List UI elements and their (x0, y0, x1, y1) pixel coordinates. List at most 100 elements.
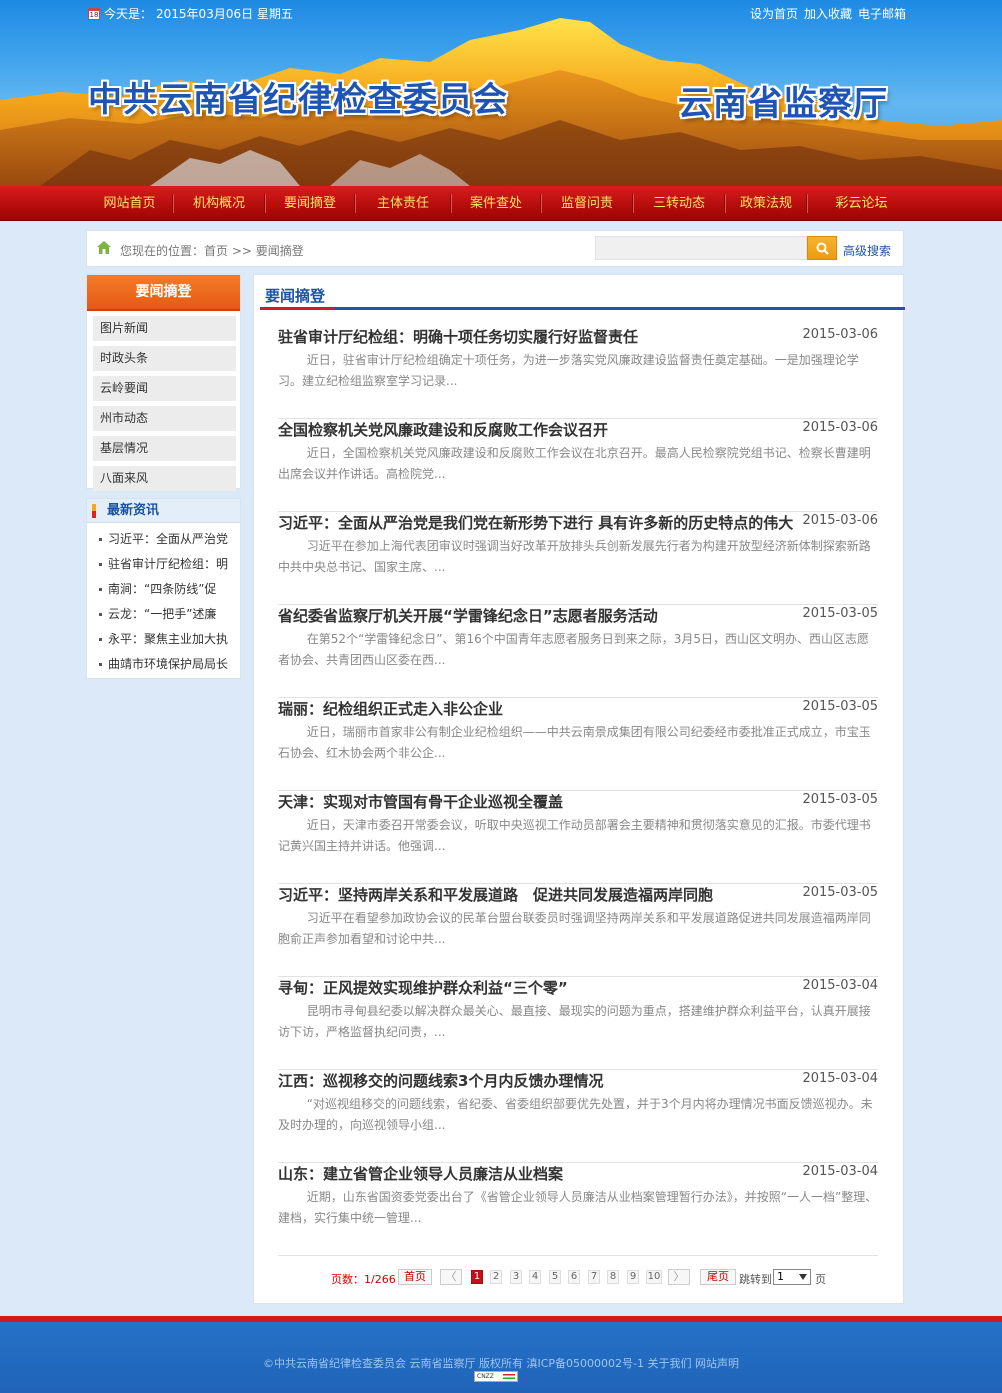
nav-item-news[interactable]: 要闻摘登 (265, 186, 355, 221)
sidebar-menu: 要闻摘登 图片新闻 时政头条 云岭要闻 州市动态 基层情况 八面来风 (86, 274, 241, 491)
add-favorite-link[interactable]: 加入收藏 (804, 5, 852, 22)
article-title[interactable]: 江西：巡视移交的问题线索3个月内反馈办理情况 (278, 1070, 798, 1091)
nav-item-transformation[interactable]: 三转动态 (633, 186, 725, 221)
latest-news-item[interactable]: 曲靖市环境保护局局长 (87, 652, 240, 677)
page-number[interactable]: 8 (607, 1270, 619, 1284)
sidebar-item-all-around[interactable]: 八面来风 (93, 466, 236, 491)
article-title[interactable]: 天津：实现对市管国有骨干企业巡视全覆盖 (278, 791, 798, 812)
site-footer: ©中共云南省纪律检查委员会 云南省监察厅 版权所有 滇ICP备05000002号… (0, 1322, 1002, 1393)
page-number[interactable]: 7 (588, 1270, 600, 1284)
page-number[interactable]: 5 (549, 1270, 561, 1284)
article-date: 2015-03-05 (802, 606, 878, 621)
article-summary: “对巡视组移交的问题线索，省纪委、省委组织部要优先处置，并于3个月内将办理情况书… (278, 1097, 873, 1132)
article-item: 习近平：坚持两岸关系和平发展道路 促进共同发展造福两岸同胞 2015-03-05… (278, 884, 878, 977)
search-button[interactable] (807, 236, 837, 260)
pagination: 页数：1/266 首页 〈 1 2 3 4 5 6 7 8 9 10 〉 尾页 … (254, 1269, 905, 1287)
article-date: 2015-03-05 (802, 699, 878, 714)
article-item: 瑞丽：纪检组织正式走入非公企业 2015-03-05 近日，瑞丽市首家非公有制企… (278, 698, 878, 791)
site-logo-commission[interactable]: 中共云南省纪律检查委员会 (88, 72, 508, 121)
latest-news-item[interactable]: 驻省审计厅纪检组：明 (87, 552, 240, 577)
top-bar: 18 今天是： 2015年03月06日 星期五 设为首页 加入收藏 电子邮箱 (0, 0, 1002, 26)
page-number[interactable]: 2 (490, 1270, 502, 1284)
page-number[interactable]: 10 (646, 1270, 662, 1284)
page-title: 要闻摘登 (265, 287, 326, 305)
latest-news-item[interactable]: 南涧：“四条防线”促 (87, 577, 240, 602)
prev-page-button[interactable]: 〈 (440, 1269, 462, 1285)
breadcrumb: 您现在的位置：首页 >> 要闻摘登 (120, 244, 304, 258)
article-date: 2015-03-05 (802, 885, 878, 900)
site-logo-supervision[interactable]: 云南省监察厅 (678, 76, 888, 125)
article-title[interactable]: 寻甸：正风提效实现维护群众利益“三个零” (278, 977, 798, 998)
page-suffix: 页 (815, 1273, 826, 1286)
article-title[interactable]: 省纪委省监察厅机关开展“学雷锋纪念日”志愿者服务活动 (278, 605, 798, 626)
page-number[interactable]: 1 (471, 1270, 483, 1284)
date-label: 今天是： (104, 7, 153, 21)
latest-news-item[interactable]: 永平：聚焦主业加大执 (87, 627, 240, 652)
sidebar-title: 要闻摘登 (87, 275, 240, 311)
article-title[interactable]: 山东：建立省管企业领导人员廉洁从业档案 (278, 1163, 798, 1184)
footer-copyright: ©中共云南省纪律检查委员会 云南省监察厅 版权所有 滇ICP备05000002号… (263, 1357, 739, 1370)
next-page-button[interactable]: 〉 (668, 1269, 690, 1285)
last-page-button[interactable]: 尾页 (700, 1269, 736, 1285)
article-date: 2015-03-05 (802, 792, 878, 807)
page-number[interactable]: 6 (568, 1270, 580, 1284)
page-number[interactable]: 3 (510, 1270, 522, 1284)
article-title[interactable]: 驻省审计厅纪检组：明确十项任务切实履行好监督责任 (278, 326, 798, 347)
sidebar-item-grassroots[interactable]: 基层情况 (93, 436, 236, 461)
latest-news-item[interactable]: 习近平：全面从严治党 (87, 527, 240, 552)
set-homepage-link[interactable]: 设为首页 (750, 5, 798, 22)
title-divider (260, 307, 905, 310)
flag-icon (503, 1374, 515, 1379)
date-display: 18 今天是： 2015年03月06日 星期五 (88, 5, 293, 22)
article-summary: 昆明市寻甸县纪委以解决群众最关心、最直接、最现实的问题为重点，搭建维护群众利益平… (278, 1004, 871, 1039)
article-summary: 近日，全国检察机关党风廉政建设和反腐败工作会议在北京召开。最高人民检察院党组书记… (278, 446, 871, 481)
sidebar-item-headlines[interactable]: 时政头条 (93, 346, 236, 371)
article-summary: 近日，天津市委召开常委会议，听取中央巡视工作动员部署会主要精神和贯彻落实意见的汇… (278, 818, 871, 853)
breadcrumb-bar: 您现在的位置：首页 >> 要闻摘登 高级搜索 (86, 230, 904, 267)
email-link[interactable]: 电子邮箱 (858, 5, 906, 22)
nav-item-home[interactable]: 网站首页 (86, 186, 173, 221)
nav-item-forum[interactable]: 彩云论坛 (807, 186, 916, 221)
page-number[interactable]: 4 (529, 1270, 541, 1284)
main-content: 要闻摘登 驻省审计厅纪检组：明确十项任务切实履行好监督责任 2015-03-06… (253, 274, 905, 1304)
home-icon (97, 241, 111, 254)
article-date: 2015-03-04 (802, 1164, 878, 1179)
latest-news-header: 最新资讯 (87, 499, 240, 523)
article-item: 习近平：全面从严治党是我们党在新形势下进行 具有许多新的历史特点的伟大 2015… (278, 512, 878, 605)
article-item: 全国检察机关党风廉政建设和反腐败工作会议召开 2015-03-06 近日，全国检… (278, 419, 878, 512)
page-count: 页数：1/266 (331, 1273, 396, 1286)
nav-item-about[interactable]: 机构概况 (173, 186, 265, 221)
article-title[interactable]: 瑞丽：纪检组织正式走入非公企业 (278, 698, 798, 719)
article-summary: 习近平在参加上海代表团审议时强调当好改革开放排头兵创新发展先行者为构建开放型经济… (278, 539, 871, 574)
page-jump-select[interactable]: 1 (773, 1269, 811, 1285)
sidebar-item-photo-news[interactable]: 图片新闻 (93, 316, 236, 341)
article-item: 驻省审计厅纪检组：明确十项任务切实履行好监督责任 2015-03-06 近日，驻… (278, 326, 878, 419)
article-item: 寻甸：正风提效实现维护群众利益“三个零” 2015-03-04 昆明市寻甸县纪委… (278, 977, 878, 1070)
search-input[interactable] (595, 236, 807, 260)
article-summary: 近日，驻省审计厅纪检组确定十项任务，为进一步落实党风廉政建设监督责任奠定基础。一… (278, 353, 859, 388)
article-title[interactable]: 习近平：全面从严治党是我们党在新形势下进行 具有许多新的历史特点的伟大 (278, 512, 798, 533)
site-header: 18 今天是： 2015年03月06日 星期五 设为首页 加入收藏 电子邮箱 中… (0, 0, 1002, 186)
article-summary: 在第52个“学雷锋纪念日”、第16个中国青年志愿者服务日到来之际，3月5日，西山… (278, 632, 870, 667)
search-icon (816, 242, 829, 255)
top-links: 设为首页 加入收藏 电子邮箱 (750, 5, 906, 22)
article-summary: 习近平在看望参加政协会议的民革台盟台联委员时强调坚持两岸关系和平发展道路促进共同… (278, 911, 871, 946)
stats-badge[interactable]: CNZZ (474, 1371, 518, 1382)
nav-item-policy[interactable]: 政策法规 (725, 186, 807, 221)
sidebar-item-yunling-news[interactable]: 云岭要闻 (93, 376, 236, 401)
advanced-search-link[interactable]: 高级搜索 (843, 242, 891, 259)
article-summary: 近期，山东省国资委党委出台了《省管企业领导人员廉洁从业档案管理暂行办法》，并按照… (278, 1190, 878, 1225)
latest-news-item[interactable]: 云龙：“一把手”述廉 (87, 602, 240, 627)
date-value: 2015年03月06日 星期五 (156, 7, 293, 21)
nav-item-responsibility[interactable]: 主体责任 (355, 186, 451, 221)
first-page-button[interactable]: 首页 (398, 1269, 432, 1285)
article-item: 山东：建立省管企业领导人员廉洁从业档案 2015-03-04 近期，山东省国资委… (278, 1163, 878, 1256)
nav-item-accountability[interactable]: 监督问责 (541, 186, 633, 221)
article-date: 2015-03-06 (802, 513, 878, 528)
article-title[interactable]: 全国检察机关党风廉政建设和反腐败工作会议召开 (278, 419, 798, 440)
page-number[interactable]: 9 (627, 1270, 639, 1284)
calendar-icon: 18 (88, 7, 100, 20)
sidebar-item-city-news[interactable]: 州市动态 (93, 406, 236, 431)
nav-item-cases[interactable]: 案件查处 (451, 186, 541, 221)
article-title[interactable]: 习近平：坚持两岸关系和平发展道路 促进共同发展造福两岸同胞 (278, 884, 798, 905)
